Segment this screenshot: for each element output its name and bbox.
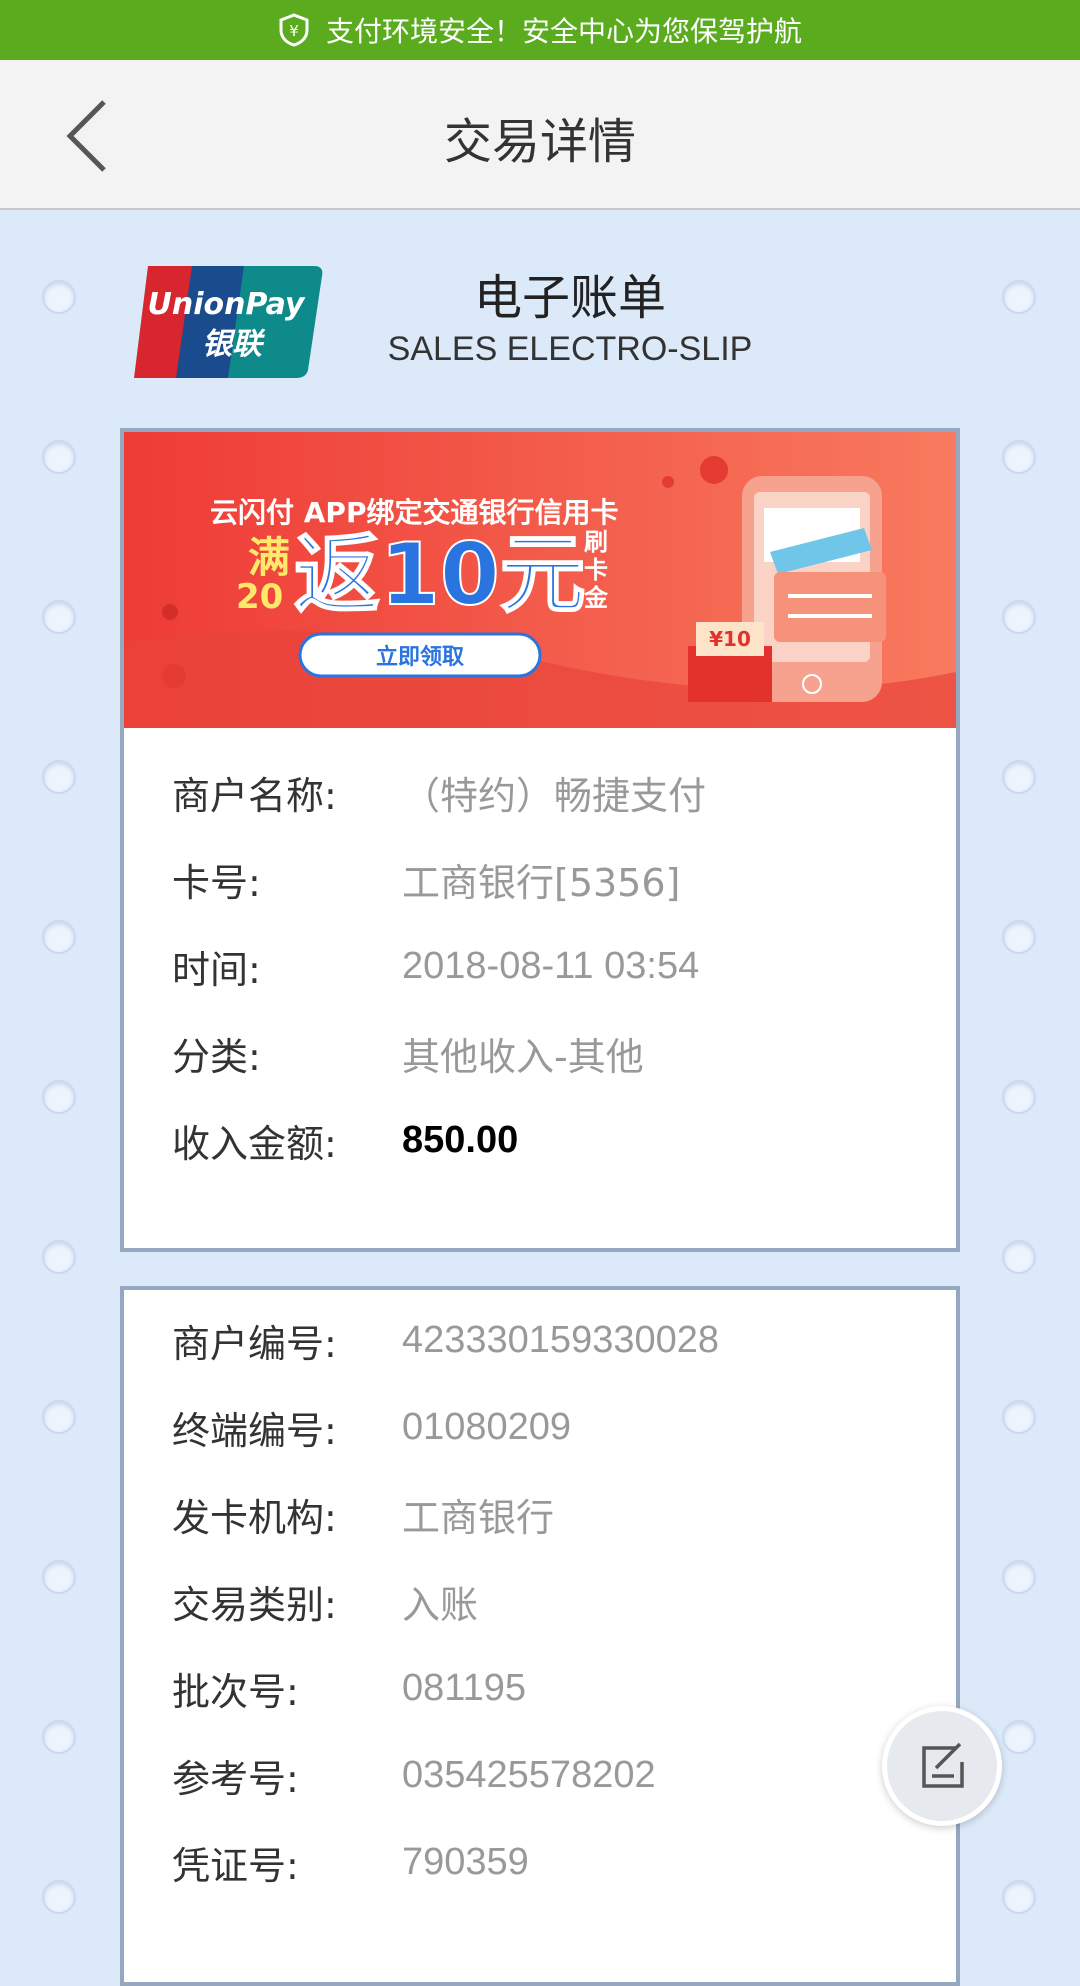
svg-text:满: 满 <box>248 533 290 582</box>
detail-row-income-amount: 收入金额: 850.00 <box>172 1118 519 1166</box>
slip-subtitle: SALES ELECTRO-SLIP <box>387 330 753 368</box>
perforation-left <box>42 210 82 1920</box>
svg-text:卡: 卡 <box>584 556 608 584</box>
detail-row-reference-number: 参考号: 035425578202 <box>172 1753 656 1801</box>
detail-row-category: 分类: 其他收入-其他 <box>172 1034 644 1079</box>
edit-note-button[interactable] <box>882 1706 1002 1826</box>
nav-header: 交易详情 <box>0 60 1080 210</box>
detail-row-merchant-id: 商户编号: 423330159330028 <box>172 1318 720 1366</box>
detail-row-batch-number: 批次号: 081195 <box>172 1666 526 1714</box>
detail-row-card-number: 卡号: 工商银行[5356] <box>172 860 681 905</box>
svg-text:返10元: 返10元 <box>294 525 586 625</box>
svg-text:金: 金 <box>583 584 609 612</box>
svg-text:¥: ¥ <box>289 22 299 40</box>
slip-title: 电子账单 <box>473 270 666 326</box>
detail-row-merchant-name: 商户名称: （特约）畅捷支付 <box>172 773 707 818</box>
detail-row-issuer: 发卡机构: 工商银行 <box>172 1495 555 1540</box>
detail-row-voucher-number: 凭证号: 790359 <box>172 1840 529 1888</box>
perforation-right <box>1002 210 1042 1920</box>
edit-note-icon <box>922 1742 964 1788</box>
transaction-summary-card: 云闪付 APP绑定交通银行信用卡 满 20 返10元 刷 卡 金 立即领取 ¥1… <box>120 428 960 1252</box>
shield-icon: ¥ <box>279 13 309 47</box>
detail-row-time: 时间: 2018-08-11 03:54 <box>172 944 700 992</box>
svg-text:20: 20 <box>236 577 283 617</box>
unionpay-logo: UnionPay 银联 <box>134 266 323 378</box>
svg-text:银联: 银联 <box>202 327 266 362</box>
svg-text:立即领取: 立即领取 <box>376 644 464 670</box>
transaction-details-card: 商户编号: 423330159330028 终端编号: 01080209 发卡机… <box>120 1286 960 1986</box>
security-status-bar: ¥ 支付环境安全！安全中心为您保驾护航 <box>0 0 1080 60</box>
detail-row-terminal-id: 终端编号: 01080209 <box>172 1405 572 1453</box>
security-status-text: 支付环境安全！安全中心为您保驾护航 <box>325 15 802 48</box>
svg-text:UnionPay: UnionPay <box>148 287 306 322</box>
svg-text:¥10: ¥10 <box>709 627 751 651</box>
detail-row-transaction-type: 交易类别: 入账 <box>172 1582 479 1627</box>
svg-text:刷: 刷 <box>584 528 608 556</box>
promo-banner[interactable]: 云闪付 APP绑定交通银行信用卡 满 20 返10元 刷 卡 金 立即领取 ¥1… <box>124 432 956 728</box>
page-title: 交易详情 <box>443 114 636 170</box>
